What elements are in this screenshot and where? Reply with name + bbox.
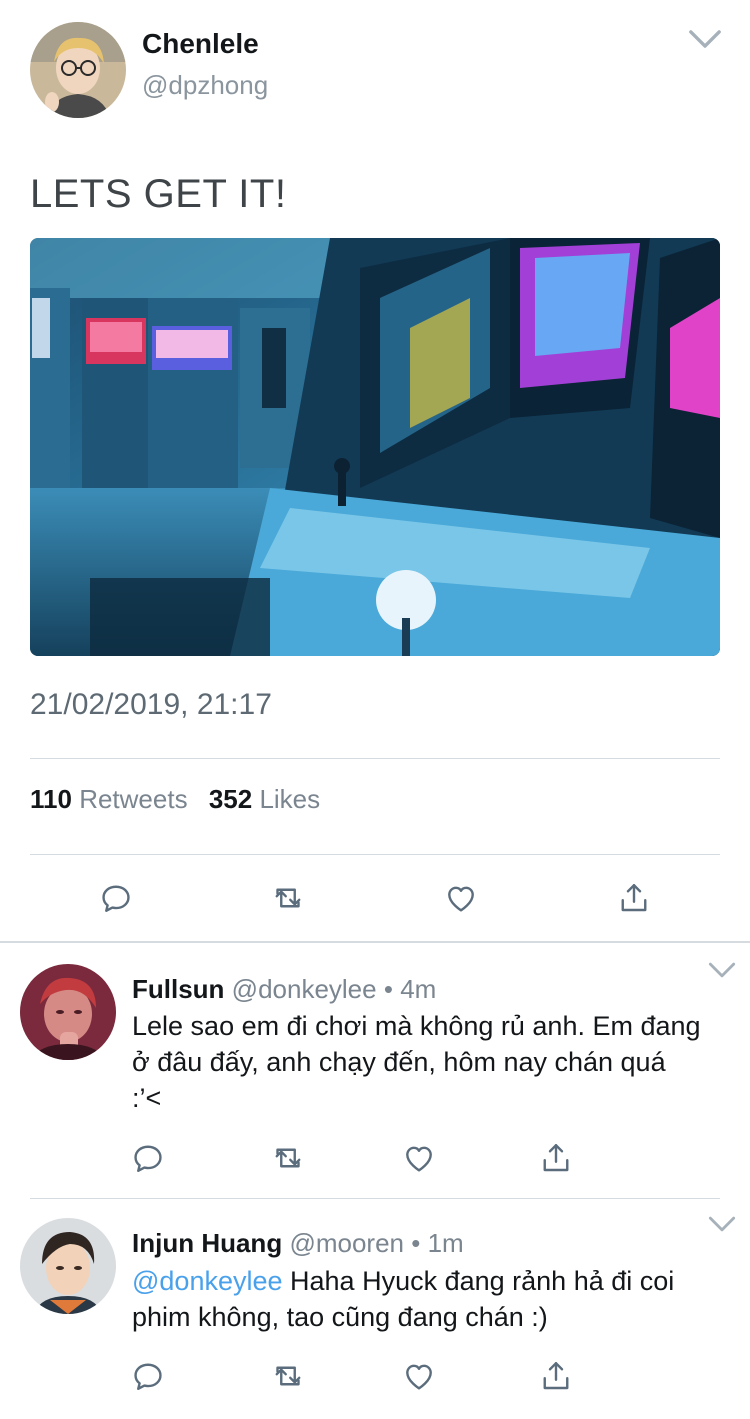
reply-author-handle[interactable]: @mooren bbox=[289, 1228, 404, 1258]
reply-text: @donkeylee Haha Hyuck đang rảnh hả đi co… bbox=[132, 1263, 702, 1335]
reply-author-name[interactable]: Injun Huang bbox=[132, 1228, 282, 1258]
reply-author-name[interactable]: Fullsun bbox=[132, 974, 224, 1004]
retweets-label[interactable]: Retweets bbox=[79, 784, 187, 814]
retweet-icon[interactable] bbox=[270, 1140, 306, 1176]
chevron-down-icon[interactable] bbox=[708, 960, 736, 980]
heart-icon[interactable] bbox=[401, 1140, 437, 1176]
author-name[interactable]: Chenlele bbox=[142, 28, 259, 60]
reply-icon[interactable] bbox=[98, 880, 134, 916]
reply-avatar[interactable] bbox=[20, 1218, 116, 1314]
retweet-icon[interactable] bbox=[270, 880, 306, 916]
reply-avatar[interactable] bbox=[20, 964, 116, 1060]
author-avatar[interactable] bbox=[30, 22, 126, 118]
reply-text-body: Lele sao em đi chơi mà không rủ anh. Em … bbox=[132, 1011, 701, 1113]
section-separator bbox=[0, 941, 750, 943]
share-icon[interactable] bbox=[616, 880, 652, 916]
meta-separator: • bbox=[411, 1228, 421, 1258]
divider bbox=[30, 1198, 720, 1199]
mention-link[interactable]: @donkeylee bbox=[132, 1266, 283, 1296]
likes-label[interactable]: Likes bbox=[259, 784, 320, 814]
tweet-media-image[interactable] bbox=[30, 238, 720, 656]
chevron-down-icon[interactable] bbox=[708, 1214, 736, 1234]
divider bbox=[30, 758, 720, 759]
share-icon[interactable] bbox=[538, 1140, 574, 1176]
reply-author-handle[interactable]: @donkeylee bbox=[232, 974, 377, 1004]
reply-icon[interactable] bbox=[130, 1358, 166, 1394]
heart-icon[interactable] bbox=[443, 880, 479, 916]
likes-count[interactable]: 352 bbox=[209, 784, 252, 814]
divider bbox=[30, 854, 720, 855]
reply-time: 4m bbox=[400, 974, 437, 1004]
reply-icon[interactable] bbox=[130, 1140, 166, 1176]
retweet-icon[interactable] bbox=[270, 1358, 306, 1394]
tweet-text: LETS GET IT! bbox=[30, 172, 287, 216]
tweet-stats: 110 Retweets 352 Likes bbox=[30, 784, 334, 815]
reply-text: Lele sao em đi chơi mà không rủ anh. Em … bbox=[132, 1008, 702, 1116]
retweets-count[interactable]: 110 bbox=[30, 784, 72, 814]
meta-separator: • bbox=[383, 974, 393, 1004]
tweet-timestamp: 21/02/2019, 21:17 bbox=[30, 688, 272, 721]
reply-time: 1m bbox=[427, 1228, 464, 1258]
author-handle[interactable]: @dpzhong bbox=[142, 70, 268, 101]
chevron-down-icon[interactable] bbox=[688, 26, 722, 52]
heart-icon[interactable] bbox=[401, 1358, 437, 1394]
share-icon[interactable] bbox=[538, 1358, 574, 1394]
